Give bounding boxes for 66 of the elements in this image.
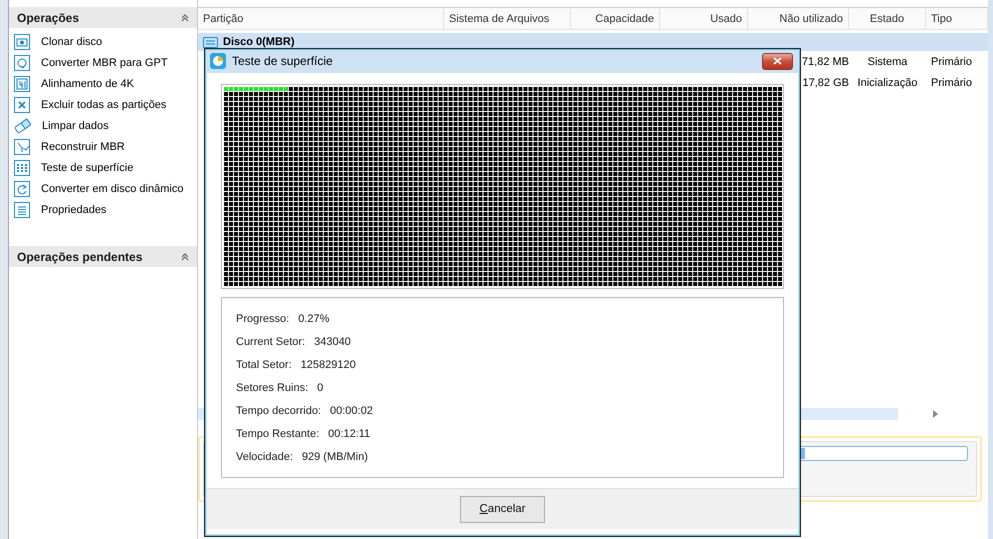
scroll-right-icon[interactable] — [932, 410, 938, 418]
operation-item[interactable]: Converter MBR para GPT — [14, 52, 197, 73]
stat-label: Tempo decorrido: — [236, 405, 321, 419]
operation-label: Excluir todas as partições — [41, 98, 166, 110]
column-header[interactable]: Sistema de Arquivos — [444, 8, 571, 29]
column-header[interactable]: Partição — [198, 8, 444, 29]
section-title: Operações pendentes — [17, 250, 142, 264]
stat-value: 125829120 — [300, 359, 356, 373]
operation-label: Teste de superfície — [41, 162, 134, 174]
collapse-icon[interactable] — [181, 14, 189, 22]
operation-label: Alinhamento de 4K — [41, 78, 134, 90]
stat-label: Current Setor: — [236, 336, 306, 350]
operation-item[interactable]: Excluir todas as partições — [14, 94, 197, 115]
stat-label: Progresso: — [236, 313, 290, 327]
grid-icon — [14, 160, 30, 176]
alignment-icon — [14, 76, 30, 92]
operation-label: Propriedades — [41, 204, 106, 216]
table-cell: 17,82 GB — [802, 76, 849, 88]
stat-label: Tempo Restante: — [236, 428, 320, 442]
app-icon — [210, 53, 226, 69]
eraser-icon — [14, 118, 31, 134]
stat-value: 00:00:02 — [330, 405, 373, 419]
section-title: Operações — [17, 10, 80, 24]
stat-label: Total Setor: — [236, 359, 292, 373]
operation-label: Limpar dados — [42, 120, 109, 132]
stat-value: 929 (MB/Min) — [302, 451, 368, 465]
table-cell: 71,82 MB — [802, 56, 849, 68]
table-cell: Primário — [931, 76, 972, 88]
dialog-title: Teste de superfície — [232, 54, 334, 68]
close-button[interactable] — [762, 52, 793, 70]
operation-item[interactable]: Reconstruir MBR — [14, 136, 197, 157]
operation-label: Reconstruir MBR — [41, 140, 125, 152]
column-header[interactable]: Usado — [660, 8, 748, 29]
stat-value: 343040 — [314, 336, 351, 350]
collapse-icon[interactable] — [181, 252, 189, 260]
table-cell: Primário — [931, 56, 972, 68]
operation-label: Clonar disco — [41, 36, 102, 48]
column-header[interactable]: Estado — [849, 8, 926, 29]
operation-label: Converter MBR para GPT — [41, 56, 168, 68]
operation-item[interactable]: Propriedades — [14, 199, 197, 220]
stat-label: Velocidade: — [236, 451, 293, 465]
disk-clone-icon — [14, 34, 30, 50]
list-icon — [14, 202, 30, 218]
table-cell: Inicialização — [858, 76, 918, 88]
operation-item[interactable]: Teste de superfície — [14, 157, 197, 178]
cancel-button[interactable]: Cancelar — [460, 496, 545, 522]
operation-item[interactable]: Clonar disco — [14, 31, 197, 52]
stat-value: 0.27% — [298, 313, 330, 327]
operation-item[interactable]: Converter em disco dinâmico — [14, 178, 197, 199]
operation-item[interactable]: Alinhamento de 4K — [14, 73, 197, 94]
close-icon — [773, 57, 782, 65]
stat-value: 00:12:11 — [328, 428, 370, 442]
stat-value: 0 — [317, 382, 324, 396]
section-header[interactable]: Operações — [9, 7, 197, 28]
stat-label: Setores Ruins: — [236, 382, 308, 396]
table-cell: Sistema — [868, 56, 908, 68]
disk-check-icon — [14, 54, 30, 70]
column-header[interactable]: Não utilizado — [748, 8, 849, 29]
column-header[interactable]: Capacidade — [571, 8, 660, 29]
operation-item[interactable]: Limpar dados — [14, 115, 197, 136]
section-header[interactable]: Operações pendentes — [9, 246, 197, 267]
operation-label: Converter em disco dinâmico — [41, 182, 184, 194]
rebuild-icon — [14, 138, 30, 154]
disk-label: Disco 0(MBR) — [223, 36, 295, 48]
delete-icon — [14, 96, 30, 112]
convert-icon — [14, 180, 30, 196]
